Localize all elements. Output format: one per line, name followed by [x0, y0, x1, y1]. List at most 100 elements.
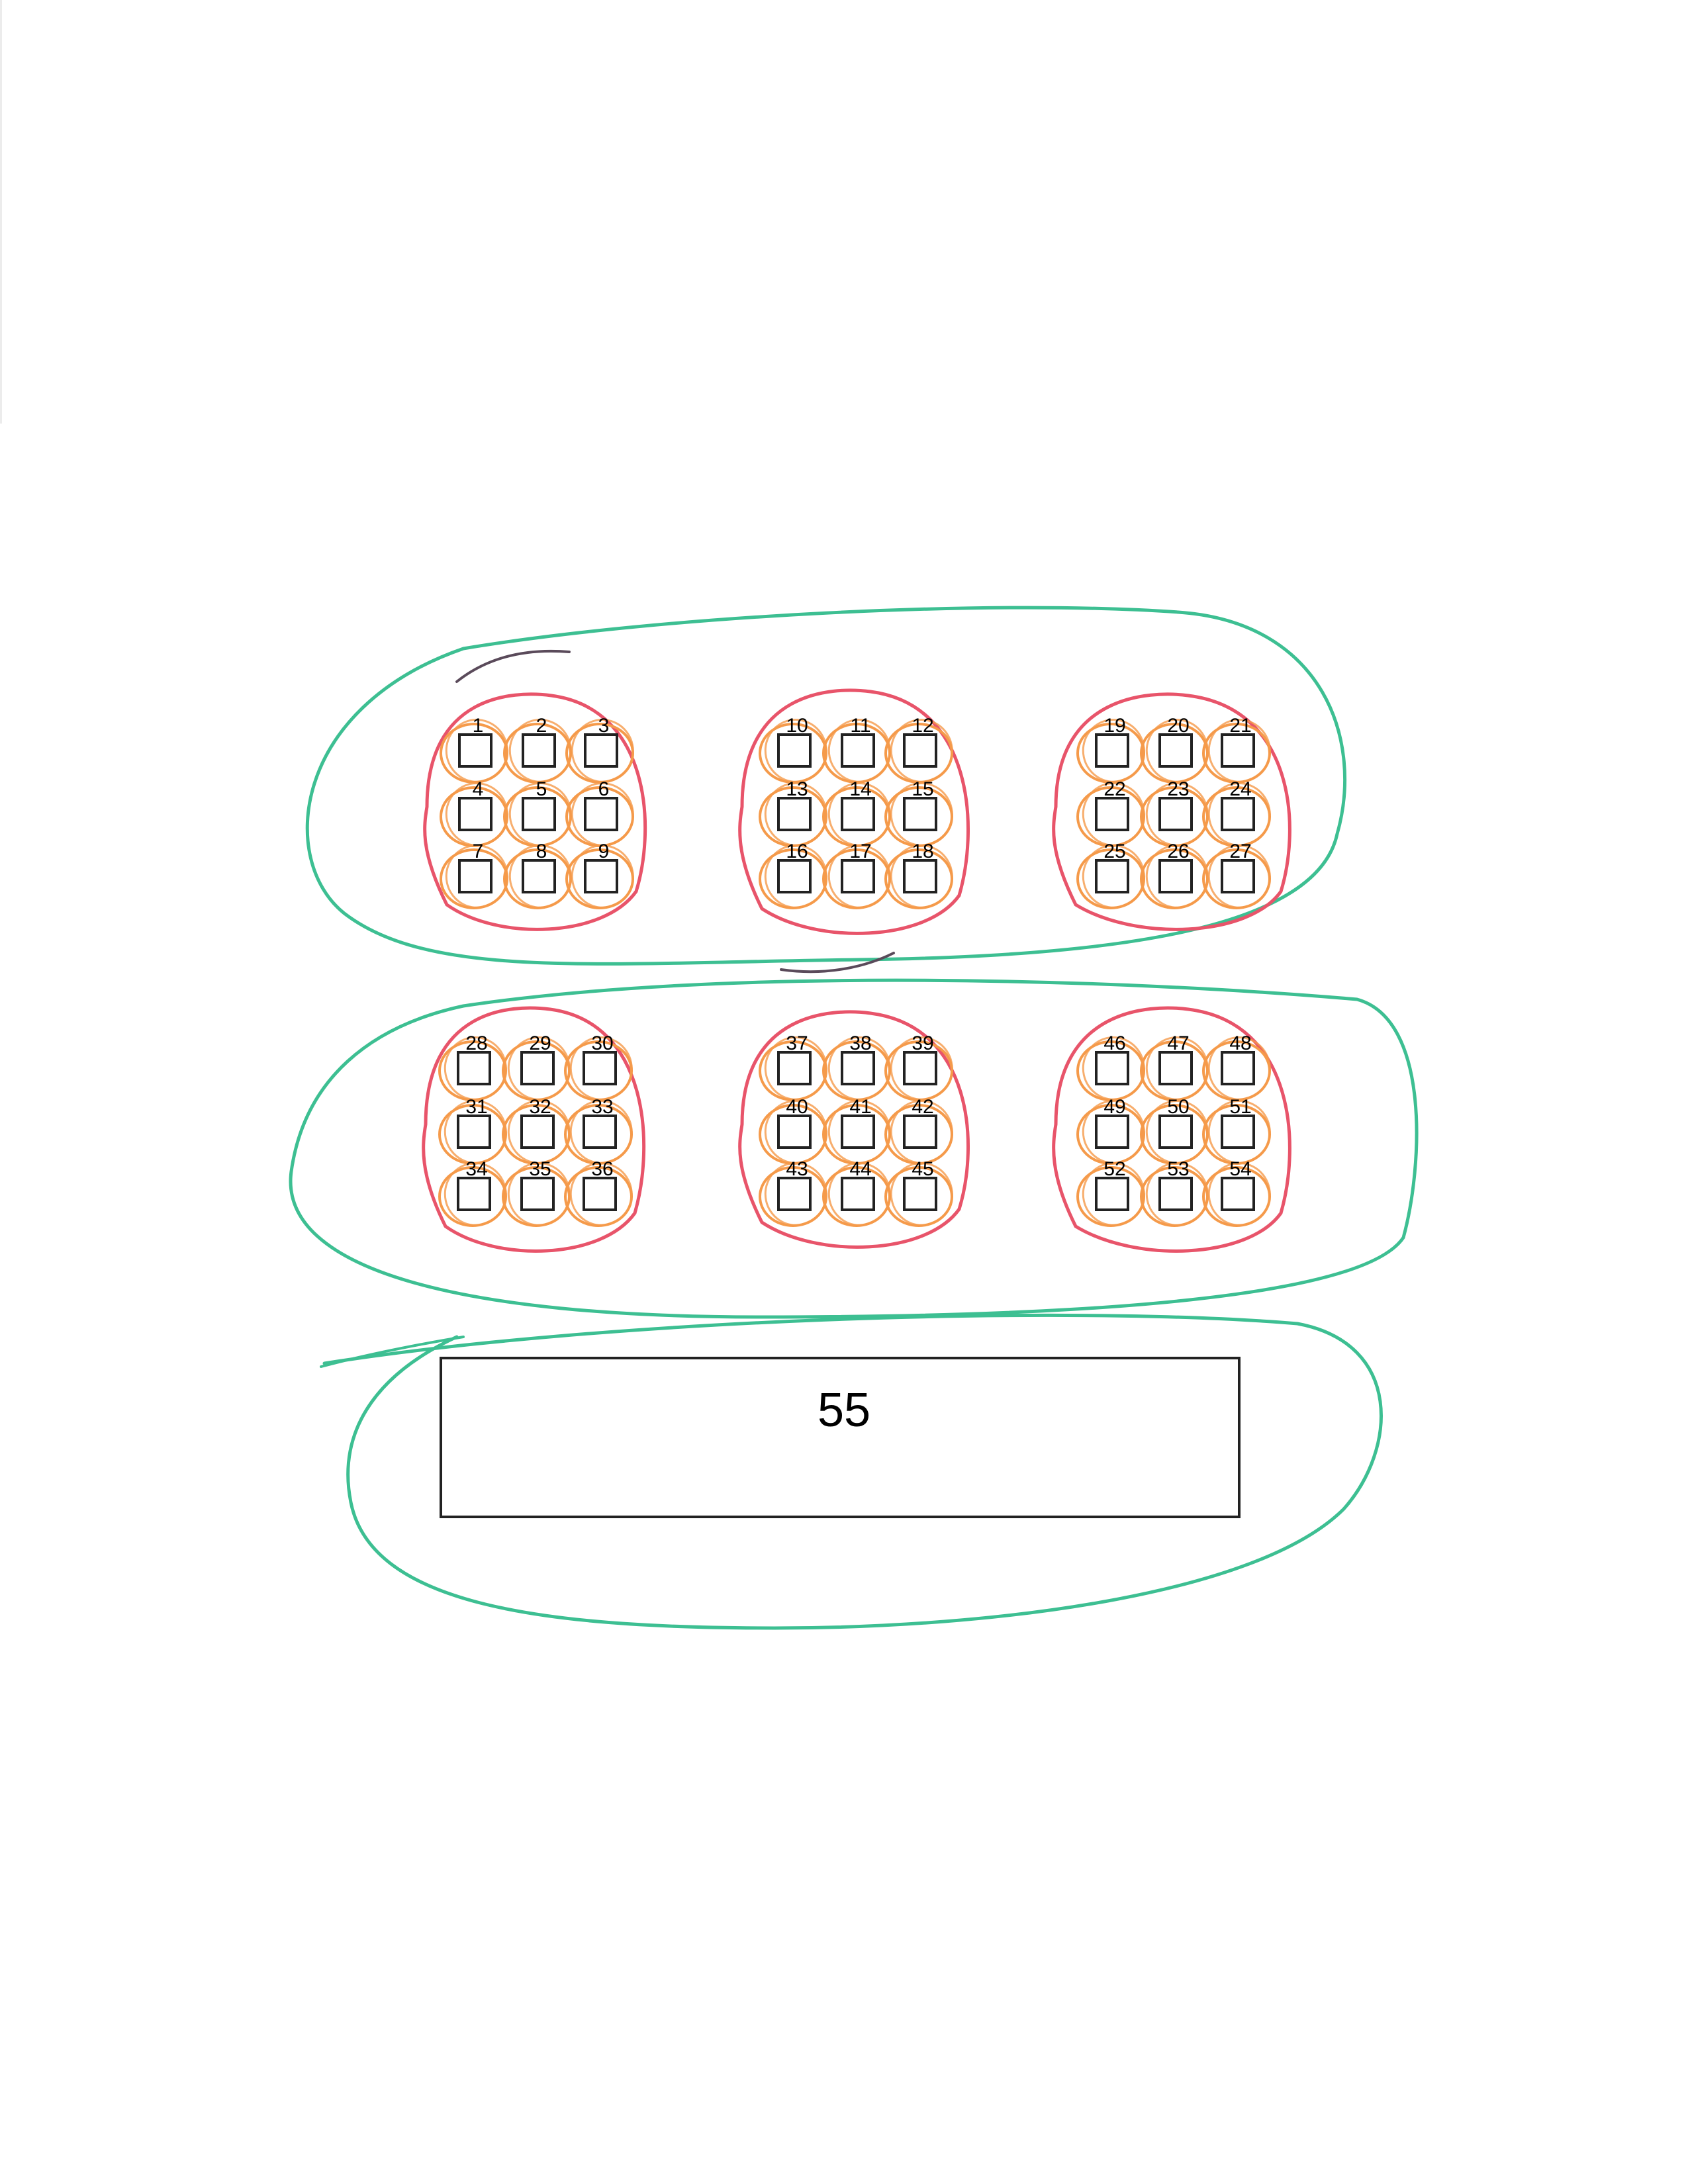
item-checkbox[interactable]	[1095, 733, 1129, 768]
item-number: 3	[598, 715, 610, 737]
item-checkbox[interactable]	[841, 1051, 875, 1085]
item-checkbox[interactable]	[584, 797, 618, 831]
item-checkbox[interactable]	[1158, 1115, 1193, 1149]
item-number: 17	[849, 841, 871, 862]
item-checkbox[interactable]	[583, 1115, 617, 1149]
item-checkbox[interactable]	[1158, 797, 1193, 831]
item-checkbox[interactable]	[1095, 1051, 1129, 1085]
item-checkbox[interactable]	[841, 1177, 875, 1211]
item-checkbox[interactable]	[777, 1177, 812, 1211]
item-checkbox[interactable]	[458, 797, 492, 831]
item-number: 5	[536, 778, 547, 800]
item-number: 27	[1229, 841, 1251, 862]
pen-stroke-middle	[780, 952, 895, 974]
item-checkbox[interactable]	[584, 859, 618, 893]
item-checkbox[interactable]	[903, 733, 937, 768]
group-3: 19 20 21 22 23 24 25 26 27	[1052, 692, 1291, 931]
large-answer-box[interactable]	[440, 1357, 1241, 1518]
item-checkbox[interactable]	[1095, 1177, 1129, 1211]
item-checkbox[interactable]	[1158, 859, 1193, 893]
item-checkbox[interactable]	[1221, 1115, 1255, 1149]
item-checkbox[interactable]	[1158, 1177, 1193, 1211]
item-number: 35	[529, 1158, 551, 1180]
group-2: 10 11 12 13 14 15 16 17 18	[738, 688, 970, 935]
item-number: 37	[786, 1032, 808, 1054]
item-number: 7	[473, 841, 484, 862]
large-box-label: 55	[818, 1384, 870, 1437]
item-number: 6	[598, 778, 610, 800]
item-checkbox[interactable]	[1095, 859, 1129, 893]
item-number: 23	[1167, 778, 1189, 800]
item-checkbox[interactable]	[458, 859, 492, 893]
item-number: 4	[473, 778, 484, 800]
item-number: 20	[1167, 715, 1189, 737]
item-checkbox[interactable]	[777, 1115, 812, 1149]
item-checkbox[interactable]	[1221, 797, 1255, 831]
item-number: 21	[1229, 715, 1251, 737]
item-number: 9	[598, 841, 610, 862]
item-checkbox[interactable]	[520, 1177, 555, 1211]
item-number: 38	[849, 1032, 871, 1054]
item-checkbox[interactable]	[520, 1051, 555, 1085]
item-checkbox[interactable]	[777, 859, 812, 893]
item-number: 26	[1167, 841, 1189, 862]
item-number: 8	[536, 841, 547, 862]
item-checkbox[interactable]	[458, 733, 492, 768]
item-number: 47	[1167, 1032, 1189, 1054]
item-checkbox[interactable]	[903, 1177, 937, 1211]
item-number: 16	[786, 841, 808, 862]
item-number: 44	[849, 1158, 871, 1180]
item-number: 46	[1103, 1032, 1125, 1054]
group-1: 1 2 3 4 5 6 7 8 9	[423, 692, 647, 931]
item-number: 30	[591, 1032, 613, 1054]
item-checkbox[interactable]	[584, 733, 618, 768]
item-number: 33	[591, 1096, 613, 1118]
item-checkbox[interactable]	[457, 1115, 491, 1149]
item-checkbox[interactable]	[1221, 733, 1255, 768]
item-checkbox[interactable]	[457, 1177, 491, 1211]
item-number: 42	[912, 1096, 933, 1118]
item-number: 53	[1167, 1158, 1189, 1180]
item-number: 2	[536, 715, 547, 737]
item-checkbox[interactable]	[903, 859, 937, 893]
item-checkbox[interactable]	[522, 859, 556, 893]
item-number: 25	[1103, 841, 1125, 862]
item-number: 10	[786, 715, 808, 737]
item-number: 14	[849, 778, 871, 800]
item-checkbox[interactable]	[1158, 733, 1193, 768]
pen-stroke-top	[455, 649, 571, 683]
item-checkbox[interactable]	[520, 1115, 555, 1149]
item-checkbox[interactable]	[1158, 1051, 1193, 1085]
item-checkbox[interactable]	[583, 1177, 617, 1211]
annotated-diagram-canvas: 1 2 34 5 67 8 910 11 1213 14 1516 17 1819 20 2122 23 242…	[0, 0, 1419, 1630]
item-number: 24	[1229, 778, 1251, 800]
item-checkbox[interactable]	[903, 1051, 937, 1085]
item-number: 52	[1103, 1158, 1125, 1180]
item-checkbox[interactable]	[777, 1051, 812, 1085]
item-checkbox[interactable]	[841, 797, 875, 831]
group-5: 37 38 39 40 41 42 43 44 45	[738, 1010, 970, 1249]
item-checkbox[interactable]	[777, 733, 812, 768]
item-checkbox[interactable]	[903, 797, 937, 831]
item-checkbox[interactable]	[522, 733, 556, 768]
item-checkbox[interactable]	[1221, 859, 1255, 893]
item-number: 15	[912, 778, 933, 800]
item-checkbox[interactable]	[777, 797, 812, 831]
item-number: 50	[1167, 1096, 1189, 1118]
item-number: 49	[1103, 1096, 1125, 1118]
item-checkbox[interactable]	[1221, 1177, 1255, 1211]
item-checkbox[interactable]	[457, 1051, 491, 1085]
item-checkbox[interactable]	[841, 1115, 875, 1149]
item-checkbox[interactable]	[1221, 1051, 1255, 1085]
item-checkbox[interactable]	[903, 1115, 937, 1149]
item-checkbox[interactable]	[1095, 797, 1129, 831]
item-checkbox[interactable]	[841, 733, 875, 768]
item-number: 22	[1103, 778, 1125, 800]
item-checkbox[interactable]	[583, 1051, 617, 1085]
item-checkbox[interactable]	[841, 859, 875, 893]
item-number: 31	[465, 1096, 487, 1118]
item-number: 40	[786, 1096, 808, 1118]
group-4: 28 29 30 31 32 33 34 35 36	[422, 1006, 646, 1253]
item-checkbox[interactable]	[1095, 1115, 1129, 1149]
item-checkbox[interactable]	[522, 797, 556, 831]
